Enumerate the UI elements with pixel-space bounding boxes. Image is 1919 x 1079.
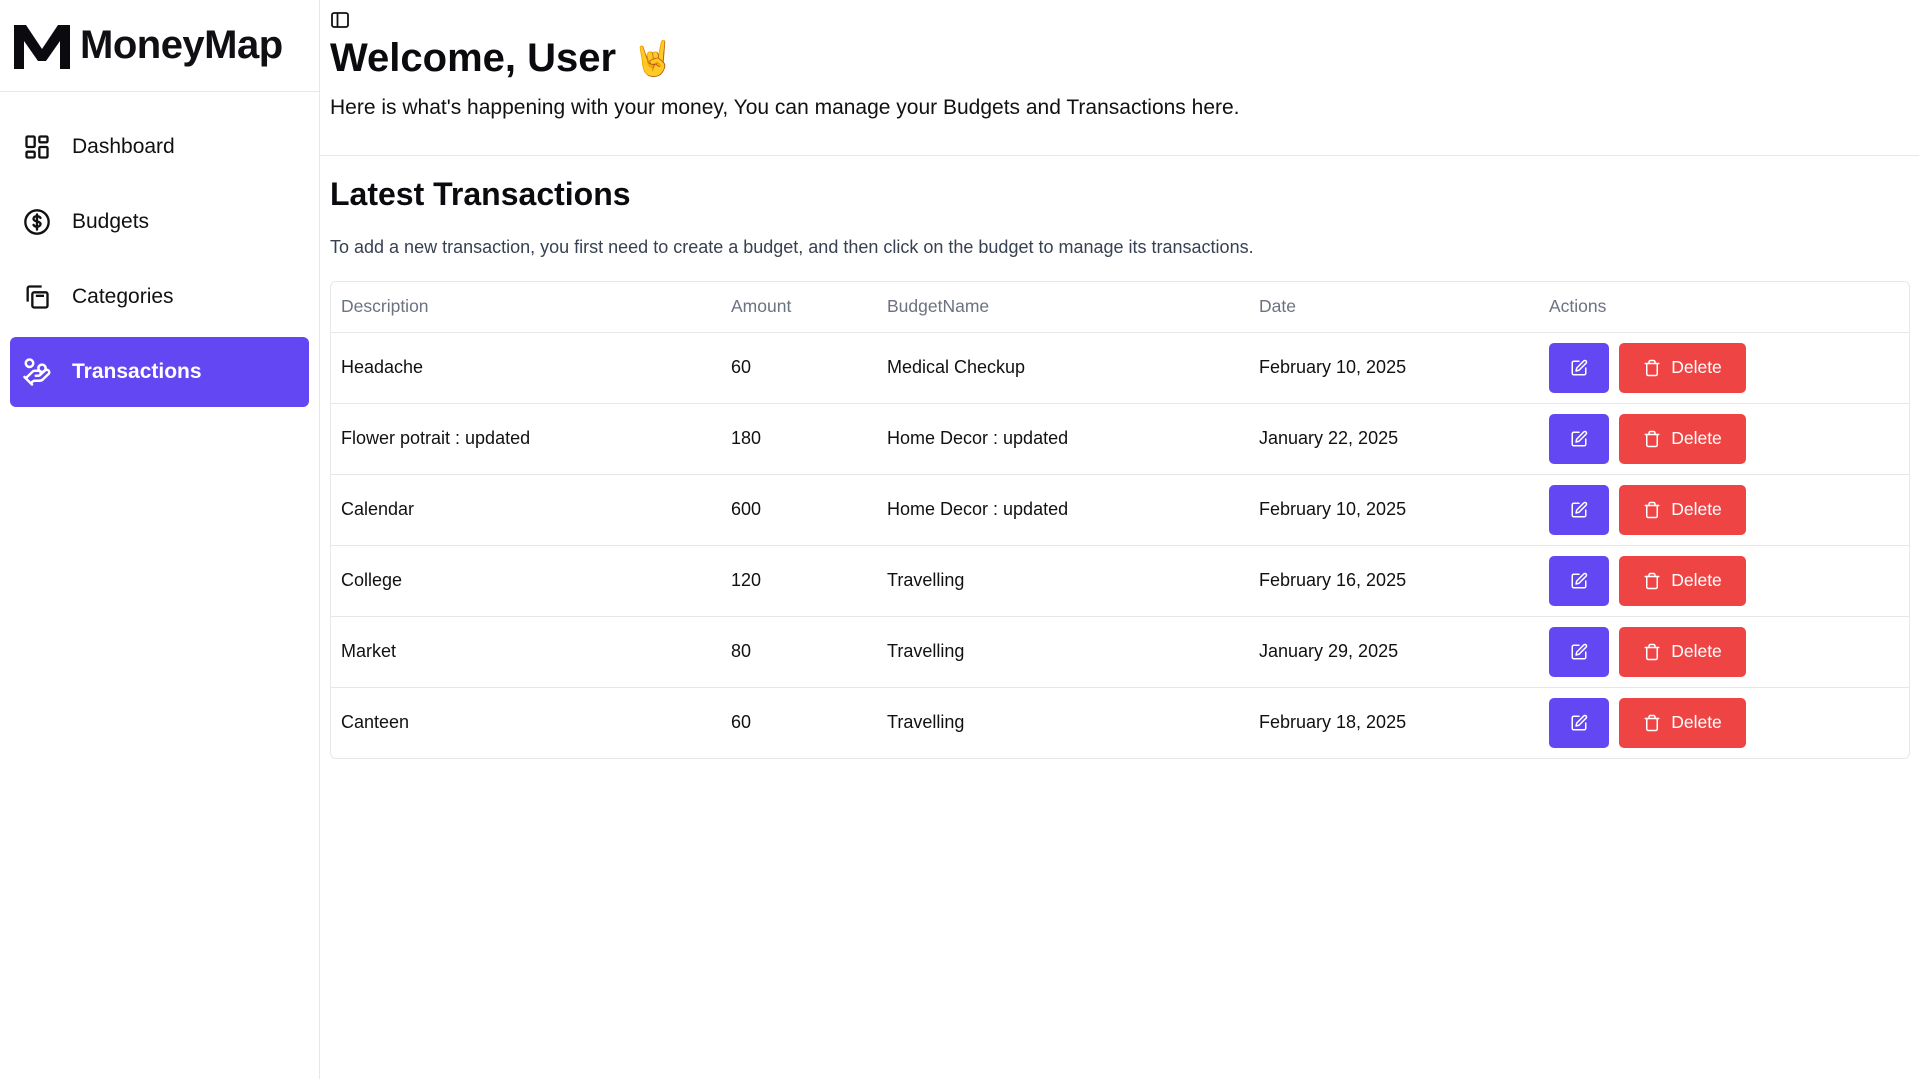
divider <box>320 155 1919 156</box>
cell-budget-name: Home Decor : updated <box>877 403 1249 475</box>
cell-actions: Delete <box>1539 332 1909 404</box>
edit-button[interactable] <box>1549 626 1609 677</box>
sidebar-item-label: Categories <box>72 285 174 308</box>
trash-icon <box>1644 714 1660 731</box>
table-row: Canteen 60 Travelling February 18, 2025 … <box>331 687 1909 758</box>
main-content: Welcome, User 🤘 Here is what's happening… <box>320 0 1919 1079</box>
cell-date: February 16, 2025 <box>1249 545 1539 617</box>
column-header-description: Description <box>331 282 721 333</box>
sidebar-item-label: Transactions <box>72 360 202 383</box>
column-header-date: Date <box>1249 282 1539 333</box>
cell-date: January 22, 2025 <box>1249 403 1539 475</box>
sidebar-item-label: Dashboard <box>72 135 175 158</box>
edit-icon <box>1571 714 1588 731</box>
table-row: Flower potrait : updated 180 Home Decor … <box>331 403 1909 475</box>
dashboard-grid-icon <box>22 132 52 162</box>
delete-label: Delete <box>1671 499 1722 519</box>
edit-icon <box>1571 359 1588 375</box>
sidebar-item-dashboard[interactable]: Dashboard <box>10 112 309 182</box>
hand-coins-icon <box>22 357 52 387</box>
cell-description: College <box>331 545 721 617</box>
cell-amount: 600 <box>721 474 877 546</box>
cell-amount: 60 <box>721 332 877 404</box>
table-row: Market 80 Travelling January 29, 2025 De… <box>331 616 1909 688</box>
cell-actions: Delete <box>1539 616 1909 688</box>
cell-description: Canteen <box>341 712 410 733</box>
sidebar-item-budgets[interactable]: Budgets <box>10 187 309 257</box>
section-description: To add a new transaction, you first need… <box>330 237 1254 257</box>
table-header-row: Description Amount BudgetName Date Actio… <box>331 282 1909 333</box>
cell-amount: 120 <box>721 545 877 617</box>
transactions-table: Description Amount BudgetName Date Actio… <box>330 281 1910 759</box>
cell-budget-name: Travelling <box>877 545 1249 617</box>
copy-stack-icon <box>22 282 52 312</box>
cell-amount: 180 <box>721 403 877 475</box>
table-row: Headache 60 Medical Checkup February 10,… <box>331 332 1909 404</box>
cell-budget-name: Medical Checkup <box>877 332 1249 404</box>
sidebar-item-categories[interactable]: Categories <box>10 262 309 332</box>
trash-icon <box>1644 359 1660 376</box>
moneymap-logo-icon <box>14 23 70 69</box>
page-title: Welcome, User 🤘 <box>330 36 674 81</box>
trash-icon <box>1644 430 1660 447</box>
delete-label: Delete <box>1671 570 1722 590</box>
sidebar-item-transactions[interactable]: Transactions <box>10 337 309 407</box>
sidebar: MoneyMap Dashboard Budgets Categories Tr… <box>0 0 320 1079</box>
edit-icon <box>1571 430 1588 446</box>
trash-icon <box>1644 501 1660 518</box>
delete-label: Delete <box>1671 357 1722 377</box>
sidebar-item-label: Budgets <box>72 210 150 233</box>
column-header-amount: Amount <box>721 282 877 333</box>
delete-button[interactable]: Delete <box>1619 555 1746 606</box>
edit-icon <box>1571 572 1588 588</box>
dollar-circle-icon <box>22 207 52 237</box>
column-header-budget-name: BudgetName <box>877 282 1249 333</box>
edit-button[interactable] <box>1549 697 1609 748</box>
cell-budget-name: Travelling <box>877 616 1249 688</box>
cell-actions: Delete <box>1539 545 1909 617</box>
cell-actions: Delete <box>1539 687 1909 758</box>
brand-name: MoneyMap <box>80 23 283 67</box>
delete-label: Delete <box>1671 641 1722 661</box>
delete-button[interactable]: Delete <box>1619 626 1746 677</box>
cell-description: Flower potrait : updated <box>331 403 721 475</box>
edit-button[interactable] <box>1549 555 1609 606</box>
cell-date: January 29, 2025 <box>1249 616 1539 688</box>
edit-icon <box>1571 643 1588 659</box>
welcome-text: Welcome, User <box>330 36 617 80</box>
trash-icon <box>1644 643 1660 660</box>
page-subtitle: Here is what's happening with your money… <box>330 96 1240 119</box>
delete-button[interactable]: Delete <box>1619 484 1746 535</box>
cell-budget-name: Travelling <box>887 712 965 733</box>
delete-button[interactable]: Delete <box>1619 413 1746 464</box>
edit-button[interactable] <box>1549 484 1609 535</box>
table-row: College 120 Travelling February 16, 2025… <box>331 545 1909 617</box>
cell-description: Calendar <box>331 474 721 546</box>
sidebar-nav: Dashboard Budgets Categories Transaction… <box>0 92 319 407</box>
edit-icon <box>1571 501 1588 517</box>
sidebar-toggle-icon[interactable] <box>330 10 350 30</box>
cell-description: Market <box>331 616 721 688</box>
edit-button[interactable] <box>1549 342 1609 393</box>
delete-button[interactable]: Delete <box>1619 697 1746 748</box>
delete-label: Delete <box>1671 428 1722 448</box>
brand[interactable]: MoneyMap <box>0 0 319 92</box>
cell-amount: 80 <box>721 616 877 688</box>
cell-date: February 10, 2025 <box>1249 474 1539 546</box>
table-row: Calendar 600 Home Decor : updated Februa… <box>331 474 1909 546</box>
cell-date: February 18, 2025 <box>1259 712 1407 733</box>
cell-actions: Delete <box>1539 403 1909 475</box>
cell-actions: Delete <box>1539 474 1909 546</box>
rock-hand-emoji-icon: 🤘 <box>632 39 675 78</box>
cell-date: February 10, 2025 <box>1249 332 1539 404</box>
edit-button[interactable] <box>1549 413 1609 464</box>
section-title: Latest Transactions <box>330 176 631 212</box>
column-header-actions: Actions <box>1539 282 1909 333</box>
delete-label: Delete <box>1671 712 1722 733</box>
cell-budget-name: Home Decor : updated <box>877 474 1249 546</box>
delete-button[interactable]: Delete <box>1619 342 1746 393</box>
cell-description: Headache <box>331 332 721 404</box>
cell-amount: 60 <box>731 712 752 733</box>
trash-icon <box>1644 572 1660 589</box>
